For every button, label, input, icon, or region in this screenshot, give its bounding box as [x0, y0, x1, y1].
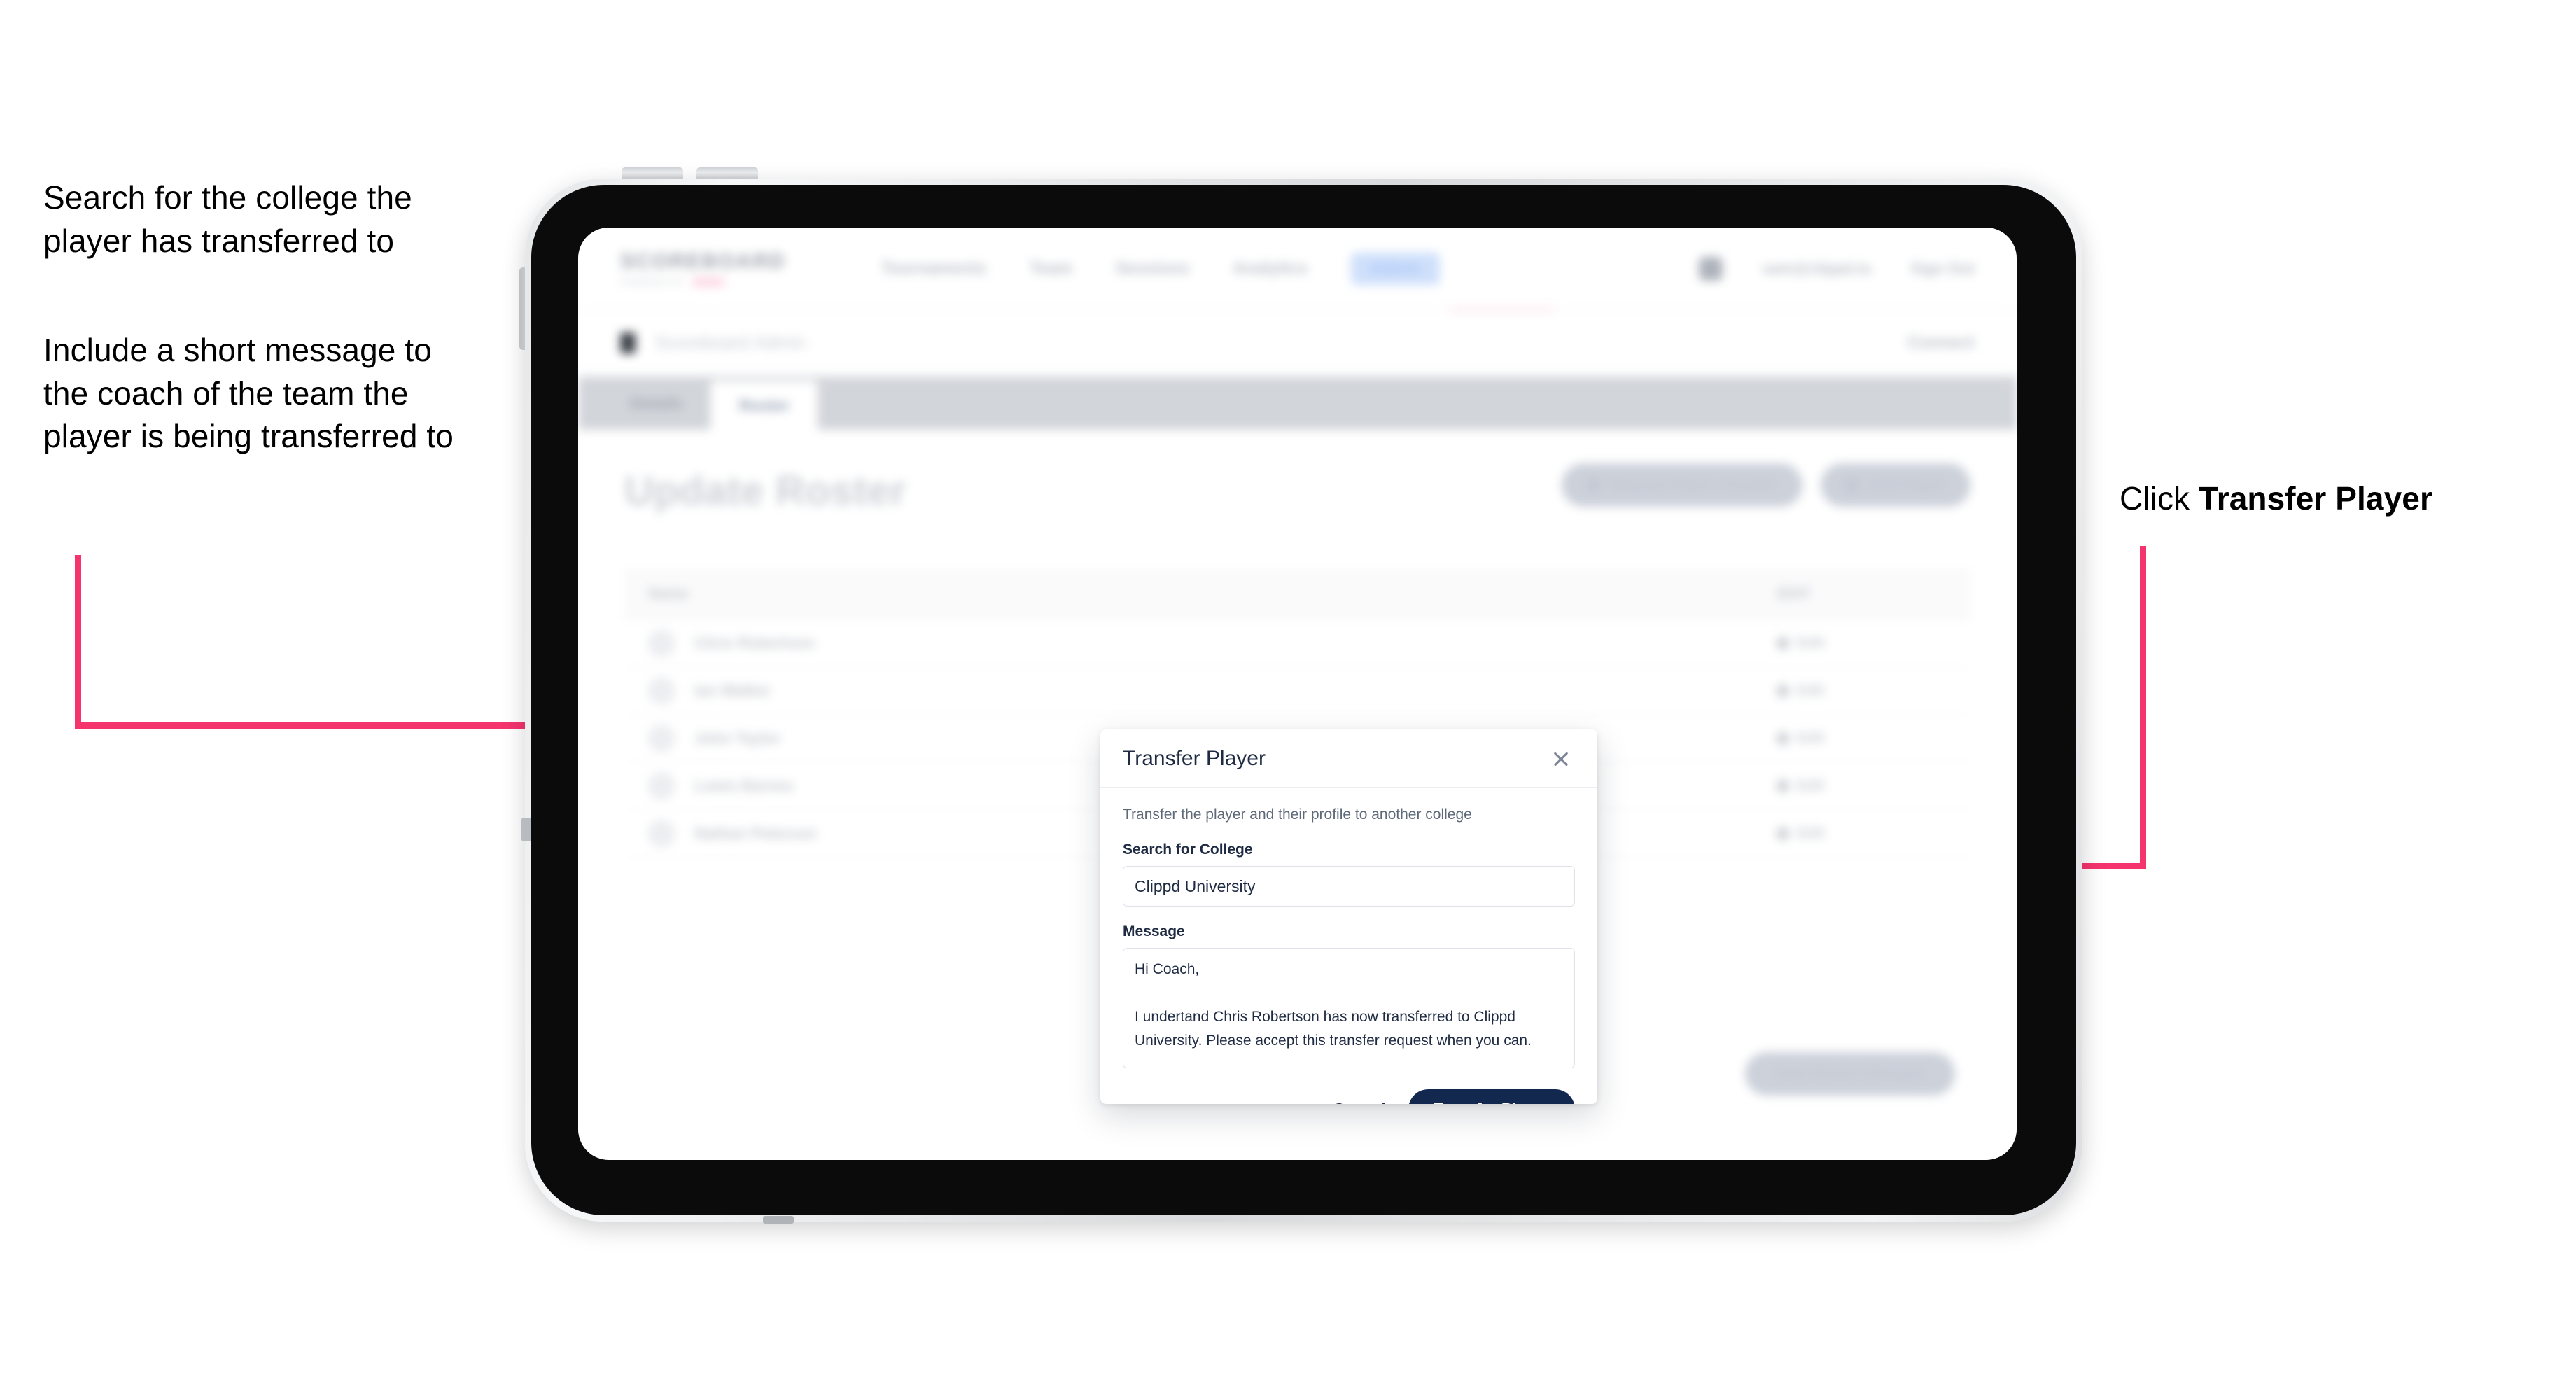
logo-brand-mark: [692, 278, 725, 286]
player-avatar-icon: [648, 820, 675, 847]
column-header-name: Name: [648, 586, 689, 602]
table-row[interactable]: Ian Walker Edit: [624, 667, 1970, 715]
nav-item-sessions[interactable]: Sessions: [1116, 259, 1189, 279]
app-header: SCOREBOARD POWERED BY Tournaments Team S…: [578, 227, 2017, 310]
nav-item-tournaments[interactable]: Tournaments: [881, 259, 986, 279]
plus-icon: [1846, 479, 1859, 491]
app-logo[interactable]: SCOREBOARD POWERED BY: [620, 250, 786, 287]
player-avatar-icon: [648, 724, 675, 752]
account-email: sam@clippd.io: [1762, 259, 1872, 277]
edit-player-button[interactable]: Edit: [1653, 635, 1947, 652]
dialog-footer: Cancel Transfer Player: [1100, 1079, 1597, 1104]
player-name: Ian Walker: [694, 681, 771, 699]
page-actions: Request Player Transfer Add Player: [1561, 463, 1970, 507]
search-college-input[interactable]: [1123, 866, 1575, 906]
app-tabs: Details Roster: [578, 377, 2017, 430]
scoreboard-icon: [620, 332, 636, 354]
pencil-icon: [1774, 778, 1791, 794]
edit-player-button[interactable]: Edit: [1653, 778, 1947, 794]
annotation-click-transfer: Click Transfer Player: [2120, 477, 2554, 521]
pencil-icon: [1774, 682, 1791, 699]
column-header-edit: EDIT: [1777, 586, 1811, 602]
add-player-label: Add Player: [1868, 477, 1945, 493]
edit-label: Edit: [1797, 682, 1825, 699]
transfer-icon: [1586, 479, 1600, 491]
logo-sub-text: POWERED BY: [620, 277, 685, 287]
device-bottom-notch: [763, 1216, 794, 1224]
nav-item-admin[interactable]: Admin: [1350, 252, 1440, 285]
annotation-connector-left-vertical: [75, 555, 81, 729]
nav-item-team[interactable]: Team: [1030, 259, 1072, 279]
cancel-button[interactable]: Cancel: [1329, 1094, 1390, 1104]
subheader-title-main: Scoreboard: [655, 332, 750, 353]
app-header-right: sam@clippd.io Sign Out: [1699, 256, 1975, 281]
tablet-screen: SCOREBOARD POWERED BY Tournaments Team S…: [578, 227, 2017, 1160]
sign-out-link[interactable]: Sign Out: [1910, 260, 1975, 278]
table-header-row: Name EDIT: [624, 569, 1970, 620]
player-avatar-icon: [648, 677, 675, 704]
annotation-right-bold: Transfer Player: [2199, 480, 2432, 517]
nav-item-analytics[interactable]: Analytics: [1233, 259, 1308, 279]
close-icon[interactable]: [1547, 745, 1575, 773]
transfer-player-button[interactable]: Transfer Player: [1408, 1089, 1575, 1104]
dialog-description: Transfer the player and their profile to…: [1123, 806, 1472, 822]
app-subheader: Scoreboard Admin Connect: [578, 311, 2017, 375]
edit-label: Edit: [1797, 634, 1825, 651]
tab-details[interactable]: Details: [602, 377, 710, 430]
edit-player-button[interactable]: Edit: [1653, 682, 1947, 699]
add-player-button[interactable]: Add Player: [1821, 463, 1970, 507]
pencil-icon: [1774, 825, 1791, 841]
request-player-transfer-label: Request Player Transfer: [1609, 477, 1778, 493]
player-avatar-icon: [648, 629, 675, 657]
save-roster-changes-button[interactable]: Save Roster Changes: [1745, 1052, 1955, 1096]
pencil-icon: [1774, 635, 1791, 651]
player-name: Chris Robertson: [694, 634, 816, 652]
subheader-connect-link[interactable]: Connect: [1907, 333, 1975, 353]
logo-subline: POWERED BY: [620, 277, 786, 287]
search-college-label: Search for College: [1123, 841, 1253, 858]
subheader-title-light: Admin: [754, 332, 806, 353]
dialog-title: Transfer Player: [1123, 746, 1266, 770]
subheader-title: Scoreboard Admin: [655, 332, 806, 354]
table-row[interactable]: Chris Robertson Edit: [624, 620, 1970, 667]
pencil-icon: [1774, 730, 1791, 746]
edit-label: Edit: [1797, 777, 1825, 794]
transfer-player-dialog: Transfer Player Transfer the player and …: [1100, 729, 1597, 1104]
edit-player-button[interactable]: Edit: [1653, 825, 1947, 842]
player-avatar-icon: [648, 772, 675, 799]
message-label: Message: [1123, 923, 1185, 939]
request-player-transfer-button[interactable]: Request Player Transfer: [1561, 463, 1803, 507]
edit-label: Edit: [1797, 825, 1825, 841]
edit-player-button[interactable]: Edit: [1653, 730, 1947, 747]
app-nav: Tournaments Team Sessions Analytics Admi…: [881, 252, 1440, 285]
edit-label: Edit: [1797, 729, 1825, 746]
message-textarea[interactable]: [1123, 948, 1575, 1068]
annotation-search-college: Search for the college the player has tr…: [43, 179, 412, 259]
tab-roster[interactable]: Roster: [710, 381, 818, 430]
annotation-include-message: Include a short message to the coach of …: [43, 332, 454, 455]
logo-text: SCOREBOARD: [620, 250, 786, 273]
screenshot-root: Search for the college the player has tr…: [0, 0, 2576, 1386]
dialog-header: Transfer Player: [1100, 729, 1597, 788]
annotation-right-prefix: Click: [2120, 480, 2199, 517]
device-side-notch: [522, 818, 531, 841]
annotation-connector-right-vertical: [2140, 546, 2146, 869]
field-spacer: [1123, 906, 1575, 923]
avatar[interactable]: [1699, 256, 1723, 281]
dialog-body: Transfer the player and their profile to…: [1100, 788, 1597, 1079]
tablet-device-frame: SCOREBOARD POWERED BY Tournaments Team S…: [525, 178, 2082, 1222]
